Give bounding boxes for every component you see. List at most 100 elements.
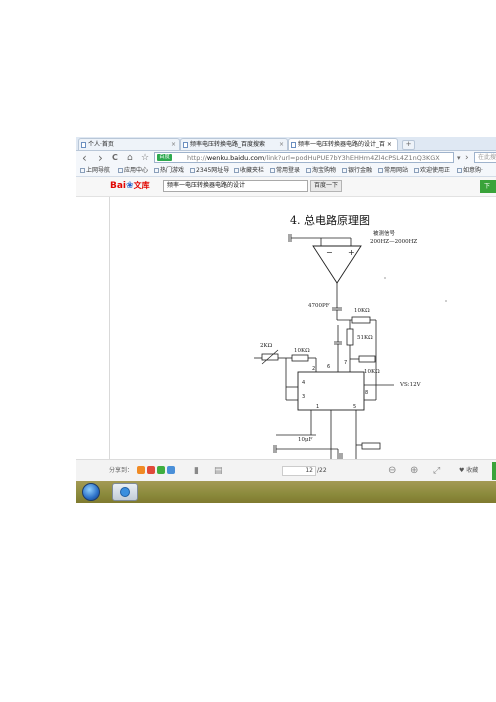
baidu-search-button[interactable]: 百度一下	[310, 180, 342, 192]
wechat-icon[interactable]	[157, 466, 165, 474]
fullscreen-icon[interactable]: ⤢	[433, 464, 440, 478]
tab-personal-home[interactable]: 个人·首页 ×	[78, 138, 180, 150]
tab-baidu-search[interactable]: 频率电压转换电路_百度搜索 ×	[180, 138, 288, 150]
next-arrow-icon[interactable]: ›	[465, 152, 469, 164]
refresh-icon[interactable]: C	[112, 152, 118, 164]
tab-label: 个人·首页	[88, 141, 114, 148]
download-side-button[interactable]	[492, 462, 496, 480]
page-icon	[81, 142, 86, 148]
security-shield-badge: 百度	[157, 154, 173, 161]
timing-capacitor	[334, 325, 342, 372]
pin-label: 3	[302, 394, 305, 400]
tab-bar: 个人·首页 × 频率电压转换电路_百度搜索 × 频率一电压转换器电路的设计_百 …	[76, 137, 496, 151]
bookmark-item[interactable]: 应用中心	[118, 165, 148, 176]
new-tab-button[interactable]: +	[402, 140, 415, 150]
collect-button[interactable]: ♥ 收藏	[459, 466, 478, 476]
dropdown-arrow-icon[interactable]: ▾	[457, 152, 461, 164]
windows-taskbar	[76, 481, 496, 503]
globe-icon	[80, 168, 85, 173]
doc-icon[interactable]: ▤	[214, 464, 223, 478]
speck	[445, 300, 447, 302]
page-icon	[457, 168, 462, 173]
resistor-10k-b	[358, 355, 376, 363]
bookmark-item[interactable]: 常用登录	[270, 165, 300, 176]
bookmark-item[interactable]: 欢迎使用正	[414, 165, 450, 176]
bookmarks-bar: 上网导航 应用中心 热门游戏 2345网址导 收藏夹栏 常用登录 淘宝购物 银行…	[76, 165, 496, 177]
share-label: 分享到：	[109, 467, 134, 474]
tab-wenku-doc[interactable]: 频率一电压转换器电路的设计_百 ×	[288, 138, 398, 150]
download-button[interactable]: 下	[480, 180, 496, 193]
wenku-header: Bai❀文库 频率一电压转换器电路的设计 百度一下 下	[76, 177, 496, 197]
plus-sign: +	[348, 248, 355, 257]
more-share-icon[interactable]	[167, 466, 175, 474]
folder-icon	[270, 168, 275, 173]
grid-icon	[378, 168, 383, 173]
folder-icon	[306, 168, 311, 173]
capacitor-10uf-label: 10μF	[298, 437, 313, 443]
browser-icon	[120, 487, 130, 497]
resistor-2k-label: 2KΩ	[260, 343, 273, 349]
pin-label: 4	[302, 380, 305, 386]
bookmark-icon[interactable]: ▮	[194, 464, 199, 478]
taskbar-browser-app[interactable]	[112, 483, 138, 501]
link-icon	[190, 168, 195, 173]
minus-sign: −	[326, 248, 333, 257]
home-icon[interactable]: ⌂	[127, 152, 133, 164]
resistor-top	[351, 316, 371, 324]
page-heading: 4. 总电路原理图	[290, 213, 370, 227]
folder-icon	[342, 168, 347, 173]
folder-icon	[234, 168, 239, 173]
wenku-search-input[interactable]: 频率一电压转换器电路的设计	[163, 180, 308, 192]
bookmark-item[interactable]: 收藏夹栏	[234, 165, 264, 176]
bookmark-item[interactable]: 热门游戏	[154, 165, 184, 176]
document-view: 4. 总电路原理图 − + 被测信号 200HZ—2000HZ 4700PF 1…	[76, 197, 496, 459]
bottom-wires	[273, 410, 362, 459]
bookmark-item[interactable]: 银行金融	[342, 165, 372, 176]
pin-label: 1	[316, 404, 319, 410]
baidu-paw-icon: ❀	[126, 181, 134, 191]
resistor-10k-label: 10KΩ	[294, 348, 310, 354]
tab-label: 频率电压转换电路_百度搜索	[190, 141, 266, 148]
reader-toolbar: 分享到： ▮ ▤ 12 /22 ⊖ ⊕ ⤢ ♥ 收藏	[76, 459, 496, 482]
circuit-diagram: 4. 总电路原理图 − + 被测信号 200HZ—2000HZ 4700PF 1…	[254, 213, 447, 459]
page-total: /22	[317, 467, 327, 474]
close-tab-icon[interactable]: ×	[171, 139, 176, 150]
resistor-bottom	[361, 442, 381, 450]
resistor-top-label: 10KΩ	[354, 308, 370, 314]
bookmark-item[interactable]: 如意购·	[457, 165, 483, 176]
browser-screenshot: 个人·首页 × 频率电压转换电路_百度搜索 × 频率一电压转换器电路的设计_百 …	[76, 137, 496, 503]
weibo-icon[interactable]	[147, 466, 155, 474]
navigation-bar: ‹ › C ⌂ ☆ 百度 http://wenku.baidu.com/link…	[76, 151, 496, 165]
baidu-paw-icon	[183, 142, 188, 148]
pin-label: 8	[365, 390, 368, 396]
baidu-paw-icon	[291, 142, 296, 148]
qzone-icon[interactable]	[137, 466, 145, 474]
back-icon[interactable]: ‹	[82, 152, 87, 164]
browser-search-input[interactable]: 在此搜	[474, 152, 496, 163]
bookmark-item[interactable]: 淘宝购物	[306, 165, 336, 176]
pin-label: 5	[353, 404, 356, 410]
input-capacitor	[288, 234, 352, 246]
url-text[interactable]: http://wenku.baidu.com/link?url=podHuPUE…	[187, 153, 440, 163]
capacitor-label: 4700PF	[308, 303, 330, 309]
forward-icon[interactable]: ›	[98, 152, 103, 164]
close-tab-icon[interactable]: ×	[279, 139, 284, 150]
resistor-10k-a	[291, 354, 309, 362]
page-number-input[interactable]: 12	[282, 466, 316, 476]
signal-title-label: 被测信号	[373, 229, 396, 237]
pin-label: 7	[344, 360, 347, 366]
speck	[384, 277, 386, 279]
zoom-out-icon[interactable]: ⊖	[388, 464, 396, 478]
star-icon	[154, 168, 159, 173]
bookmark-item[interactable]: 常用网站	[378, 165, 408, 176]
bookmark-item[interactable]: 上网导航	[80, 165, 110, 176]
signal-range-label: 200HZ—2000HZ	[370, 239, 417, 245]
zoom-in-icon[interactable]: ⊕	[410, 464, 418, 478]
address-bar[interactable]: 百度 http://wenku.baidu.com/link?url=podHu…	[154, 152, 454, 163]
baidu-wenku-logo[interactable]: Bai❀文库	[110, 180, 150, 192]
pin-label: 2	[312, 366, 315, 372]
start-button[interactable]	[82, 483, 100, 501]
star-icon[interactable]: ☆	[141, 152, 149, 164]
tab-label: 频率一电压转换器电路的设计_百 ×	[298, 141, 392, 148]
bookmark-item[interactable]: 2345网址导	[190, 165, 229, 176]
